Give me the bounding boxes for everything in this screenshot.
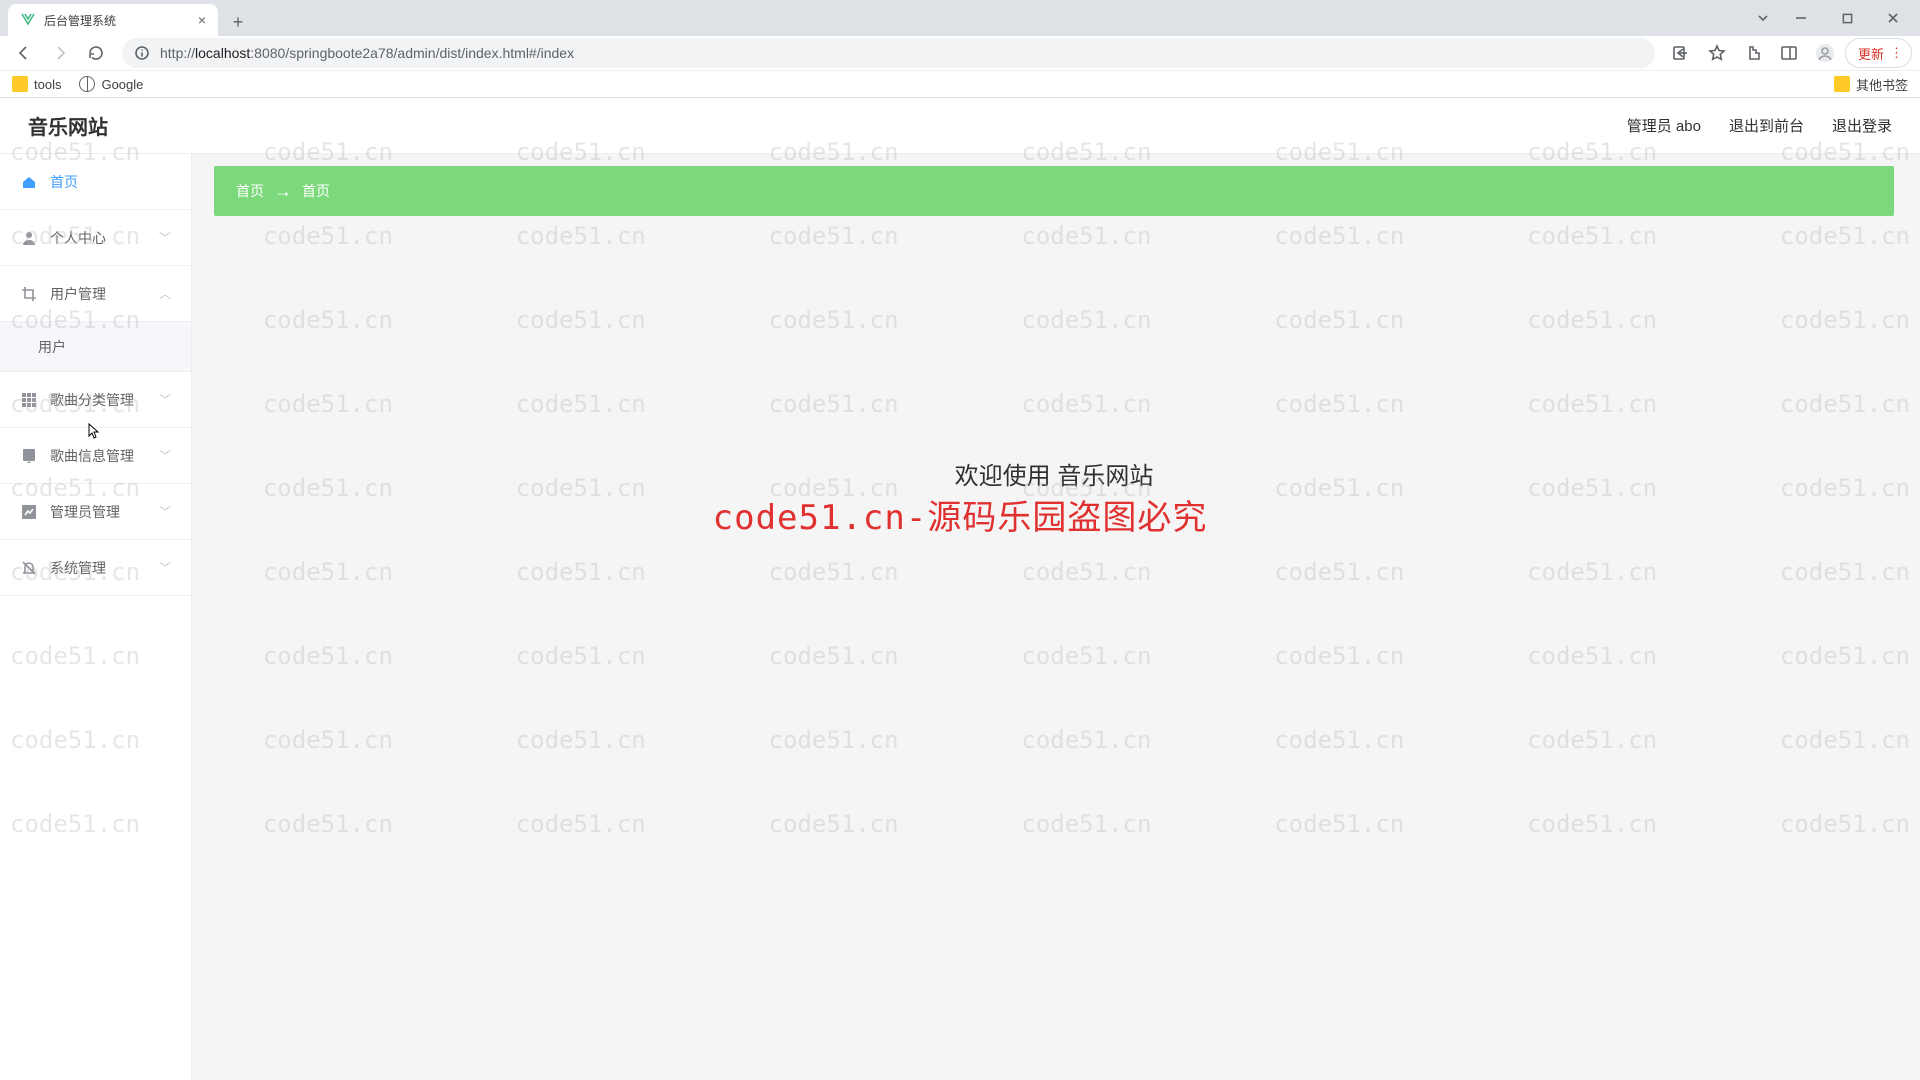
- browser-tab[interactable]: 后台管理系统 ×: [8, 4, 218, 36]
- sidebar-item-song-category[interactable]: 歌曲分类管理 ﹀: [0, 372, 191, 428]
- crop-icon: [20, 285, 38, 303]
- maximize-button[interactable]: [1824, 3, 1870, 33]
- person-pin-icon: [20, 447, 38, 465]
- vue-favicon-icon: [20, 12, 36, 28]
- bookmark-google[interactable]: Google: [79, 76, 143, 92]
- sidebar: 首页 个人中心 ﹀ 用户管理 ︿ 用户 歌曲分类管理 ﹀ 歌: [0, 154, 192, 1080]
- browser-toolbar: http://localhost:8080/springboote2a78/ad…: [0, 36, 1920, 70]
- bookmark-star-icon[interactable]: [1701, 37, 1733, 69]
- profile-avatar-icon[interactable]: [1809, 37, 1841, 69]
- grid-icon: [20, 391, 38, 409]
- close-window-button[interactable]: [1870, 3, 1916, 33]
- share-icon[interactable]: [1665, 37, 1697, 69]
- sidepanel-icon[interactable]: [1773, 37, 1805, 69]
- sidebar-item-label: 歌曲信息管理: [50, 446, 134, 466]
- tab-search-icon[interactable]: [1748, 3, 1778, 33]
- header-user-label[interactable]: 管理员 abo: [1627, 115, 1701, 136]
- sidebar-item-home[interactable]: 首页: [0, 154, 191, 210]
- update-label: 更新: [1858, 44, 1884, 63]
- bookmark-label: Google: [101, 77, 143, 92]
- app-header: 音乐网站 管理员 abo 退出到前台 退出登录: [0, 98, 1920, 154]
- home-icon: [20, 173, 38, 191]
- app-title: 音乐网站: [28, 111, 108, 140]
- new-tab-button[interactable]: +: [224, 8, 252, 36]
- bookmarks-bar: tools Google 其他书签: [0, 70, 1920, 97]
- header-exit-front-button[interactable]: 退出到前台: [1729, 115, 1804, 136]
- window-controls: [1748, 0, 1920, 36]
- sidebar-item-user-mgmt[interactable]: 用户管理 ︿: [0, 266, 191, 322]
- chevron-down-icon: ﹀: [159, 447, 171, 464]
- main-content: 首页 → 首页 欢迎使用 音乐网站: [192, 154, 1920, 1080]
- nav-back-button[interactable]: [8, 37, 40, 69]
- browser-chrome: 后台管理系统 × + http://localhost:8080/springb…: [0, 0, 1920, 98]
- sidebar-item-label: 系统管理: [50, 558, 106, 578]
- bookmark-label: 其他书签: [1856, 75, 1908, 94]
- globe-icon: [79, 76, 95, 92]
- nav-forward-button: [44, 37, 76, 69]
- sidebar-item-label: 用户管理: [50, 284, 106, 304]
- folder-icon: [1834, 76, 1850, 92]
- sidebar-item-profile[interactable]: 个人中心 ﹀: [0, 210, 191, 266]
- reload-button[interactable]: [80, 37, 112, 69]
- chevron-down-icon: ﹀: [159, 391, 171, 408]
- bookmark-other[interactable]: 其他书签: [1834, 75, 1908, 94]
- chart-box-icon: [20, 503, 38, 521]
- sidebar-item-label: 用户: [38, 337, 66, 357]
- minimize-button[interactable]: [1778, 3, 1824, 33]
- chevron-down-icon: ﹀: [159, 229, 171, 246]
- breadcrumb-current: 首页: [302, 181, 330, 201]
- sidebar-item-label: 歌曲分类管理: [50, 390, 134, 410]
- welcome-heading: 欢迎使用 音乐网站: [214, 456, 1894, 491]
- sidebar-item-song-info[interactable]: 歌曲信息管理 ﹀: [0, 428, 191, 484]
- tab-strip: 后台管理系统 × +: [0, 0, 1920, 36]
- arrow-right-icon: →: [274, 181, 292, 202]
- url-text: http://localhost:8080/springboote2a78/ad…: [160, 45, 574, 61]
- bookmark-tools[interactable]: tools: [12, 76, 61, 92]
- menu-dots-icon: ⋮: [1890, 45, 1903, 61]
- sidebar-item-admin-mgmt[interactable]: 管理员管理 ﹀: [0, 484, 191, 540]
- header-logout-button[interactable]: 退出登录: [1832, 115, 1892, 136]
- sidebar-item-label: 首页: [50, 172, 78, 192]
- folder-icon: [12, 76, 28, 92]
- chevron-down-icon: ﹀: [159, 503, 171, 520]
- tab-title: 后台管理系统: [44, 12, 198, 29]
- breadcrumb-root[interactable]: 首页: [236, 181, 264, 201]
- extensions-icon[interactable]: [1737, 37, 1769, 69]
- close-tab-icon[interactable]: ×: [198, 12, 206, 28]
- user-icon: [20, 229, 38, 247]
- sidebar-item-label: 个人中心: [50, 228, 106, 248]
- bell-off-icon: [20, 559, 38, 577]
- browser-update-button[interactable]: 更新 ⋮: [1845, 38, 1912, 68]
- bookmark-label: tools: [34, 77, 61, 92]
- chevron-down-icon: ﹀: [159, 559, 171, 576]
- app-viewport: 音乐网站 管理员 abo 退出到前台 退出登录 首页 个人中心 ﹀ 用户管理 ︿…: [0, 98, 1920, 1080]
- sidebar-subitem-user[interactable]: 用户: [0, 322, 191, 372]
- breadcrumb: 首页 → 首页: [214, 166, 1894, 216]
- sidebar-item-label: 管理员管理: [50, 502, 120, 522]
- sidebar-item-system-mgmt[interactable]: 系统管理 ﹀: [0, 540, 191, 596]
- chevron-up-icon: ︿: [159, 285, 171, 302]
- address-bar[interactable]: http://localhost:8080/springboote2a78/ad…: [122, 38, 1655, 68]
- site-info-icon[interactable]: [134, 45, 150, 61]
